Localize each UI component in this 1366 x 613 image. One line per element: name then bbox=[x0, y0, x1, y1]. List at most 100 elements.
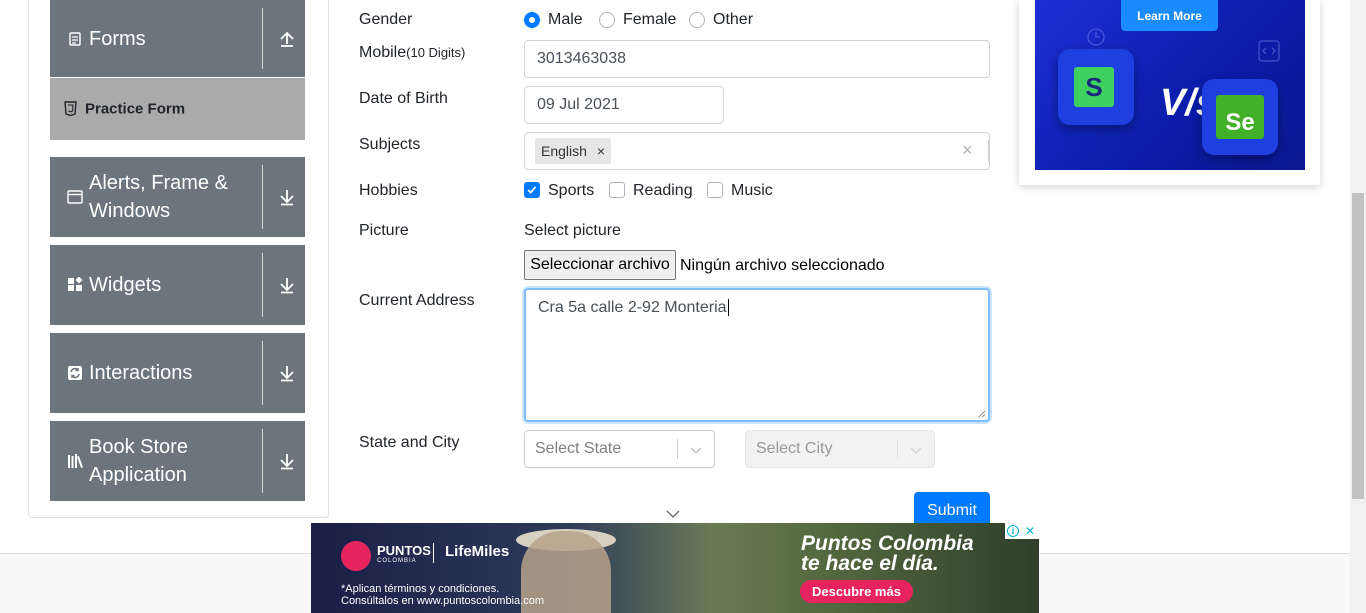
widgets-icon bbox=[68, 277, 83, 291]
puntos-logo-icon bbox=[341, 541, 371, 571]
sidebar-group-label: Widgets bbox=[89, 274, 162, 296]
close-glyph: ✕ bbox=[1024, 524, 1036, 538]
hobby-sports-checkbox[interactable] bbox=[524, 182, 540, 198]
sidebar-group-book-store[interactable]: Book Store Application bbox=[50, 421, 305, 501]
state-city-label: State and City bbox=[359, 434, 460, 451]
window-icon bbox=[67, 190, 83, 204]
address-textarea[interactable]: Cra 5a calle 2-92 Monteria bbox=[524, 288, 990, 422]
puntos-brand: PUNTOS COLOMBIA bbox=[377, 543, 431, 564]
expand-down-icon[interactable] bbox=[278, 364, 296, 382]
expand-down-icon[interactable] bbox=[278, 276, 296, 294]
puntos-brand-name: PUNTOS bbox=[377, 543, 431, 558]
subject-chip-label: English bbox=[541, 143, 587, 159]
ad-legal-text: *Aplican términos y condiciones. Consúlta… bbox=[341, 583, 544, 607]
info-glyph: i bbox=[1007, 525, 1019, 537]
code-icon bbox=[1258, 40, 1280, 62]
gender-other-radio[interactable] bbox=[689, 12, 705, 28]
city-select: Select City bbox=[745, 430, 935, 468]
hobby-sports-label[interactable]: Sports bbox=[548, 182, 594, 200]
chip-remove-icon[interactable]: × bbox=[597, 143, 605, 159]
puntos-brand-sub: COLOMBIA bbox=[377, 558, 417, 564]
clear-icon[interactable]: × bbox=[962, 140, 973, 161]
ad-info-icon[interactable]: i bbox=[1005, 523, 1021, 539]
chevron-down-icon bbox=[910, 447, 922, 455]
sidebar-group-label: Forms bbox=[89, 27, 146, 50]
hobbies-label: Hobbies bbox=[359, 182, 418, 199]
discover-more-button[interactable]: Descubre más bbox=[800, 580, 913, 603]
legal-line: *Aplican términos y condiciones. bbox=[341, 583, 500, 595]
divider bbox=[262, 8, 263, 69]
sidebar-group-label: Alerts, Frame & Windows bbox=[89, 172, 228, 222]
resize-handle-icon[interactable] bbox=[977, 409, 986, 418]
divider bbox=[988, 140, 989, 162]
divider bbox=[897, 439, 898, 459]
chevron-down-icon bbox=[690, 447, 702, 455]
sidebar-group-interactions[interactable]: Interactions bbox=[50, 333, 305, 413]
divider bbox=[262, 253, 263, 317]
city-placeholder: Select City bbox=[756, 440, 833, 457]
divider bbox=[262, 341, 263, 405]
learn-more-button[interactable]: Learn More bbox=[1121, 0, 1218, 31]
chevron-down-icon[interactable] bbox=[666, 508, 680, 520]
picture-prompt: Select picture bbox=[524, 222, 621, 239]
mobile-label-text: Mobile bbox=[359, 44, 407, 61]
gender-female-radio[interactable] bbox=[599, 12, 615, 28]
selenium-logo-text: Se bbox=[1216, 95, 1264, 139]
sidebar-item-label: Practice Form bbox=[85, 100, 186, 118]
html-icon bbox=[64, 101, 77, 116]
lifemiles-brand: LifeMiles bbox=[445, 543, 510, 560]
katalon-logo: S bbox=[1058, 49, 1134, 125]
state-select[interactable]: Select State bbox=[524, 430, 715, 468]
katalon-logo-letter: S bbox=[1074, 67, 1114, 107]
scrollbar-thumb[interactable] bbox=[1352, 193, 1364, 499]
expand-down-icon[interactable] bbox=[278, 188, 296, 206]
sidebar-group-label: Book Store Application bbox=[89, 436, 188, 486]
ad-headline: Puntos Colombia te hace el día. bbox=[801, 532, 974, 575]
picture-label: Picture bbox=[359, 222, 409, 239]
form-icon bbox=[69, 31, 81, 46]
gender-female-label[interactable]: Female bbox=[623, 11, 676, 29]
gender-other-label[interactable]: Other bbox=[713, 11, 753, 29]
sidebar-group-alerts[interactable]: Alerts, Frame & Windows bbox=[50, 157, 305, 237]
ad-banner-right[interactable]: Learn More S V/s Se bbox=[1035, 0, 1305, 170]
gender-label: Gender bbox=[359, 11, 413, 28]
mobile-value: 3013463038 bbox=[537, 50, 626, 67]
interactions-icon bbox=[68, 366, 82, 380]
hobby-music-label[interactable]: Music bbox=[731, 182, 773, 200]
divider bbox=[262, 429, 263, 493]
dob-input[interactable]: 09 Jul 2021 bbox=[524, 86, 724, 124]
choose-file-button[interactable]: Seleccionar archivo bbox=[524, 250, 676, 280]
hobby-music-checkbox[interactable] bbox=[707, 182, 723, 198]
ad-banner-bottom[interactable]: PUNTOS COLOMBIA LifeMiles *Aplican términ… bbox=[311, 523, 1039, 613]
check-icon bbox=[527, 186, 537, 194]
legal-line: Consúltalos en www.puntoscolombia.com bbox=[341, 595, 544, 607]
hobby-reading-checkbox[interactable] bbox=[609, 182, 625, 198]
subject-chip: English × bbox=[535, 138, 612, 164]
address-value: Cra 5a calle 2-92 Monteria bbox=[538, 299, 727, 316]
mobile-hint: (10 Digits) bbox=[406, 45, 466, 60]
clock-icon bbox=[1087, 28, 1105, 46]
sidebar-item-practice-form[interactable]: Practice Form bbox=[50, 78, 305, 140]
mobile-input[interactable]: 3013463038 bbox=[524, 40, 990, 78]
hobby-reading-label[interactable]: Reading bbox=[633, 182, 693, 200]
divider bbox=[433, 543, 434, 563]
collapse-up-icon[interactable] bbox=[278, 30, 296, 48]
state-placeholder: Select State bbox=[535, 440, 622, 457]
selenium-logo: Se bbox=[1202, 79, 1278, 155]
headline-line: te hace el día. bbox=[801, 552, 939, 575]
headline-line: Puntos Colombia bbox=[801, 532, 974, 555]
ad-close-icon[interactable]: ✕ bbox=[1021, 523, 1039, 539]
divider bbox=[677, 439, 678, 459]
file-status: Ningún archivo seleccionado bbox=[680, 257, 885, 274]
dob-label: Date of Birth bbox=[359, 90, 448, 107]
divider bbox=[262, 165, 263, 229]
books-icon bbox=[68, 454, 83, 468]
sidebar-group-forms[interactable]: Forms bbox=[50, 0, 305, 77]
gender-male-label[interactable]: Male bbox=[548, 11, 583, 29]
text-cursor bbox=[727, 299, 729, 316]
sidebar-group-label: Interactions bbox=[89, 362, 193, 384]
gender-male-radio[interactable] bbox=[524, 12, 540, 28]
sidebar-group-widgets[interactable]: Widgets bbox=[50, 245, 305, 325]
mobile-label: Mobile(10 Digits) bbox=[359, 44, 465, 62]
expand-down-icon[interactable] bbox=[278, 452, 296, 470]
